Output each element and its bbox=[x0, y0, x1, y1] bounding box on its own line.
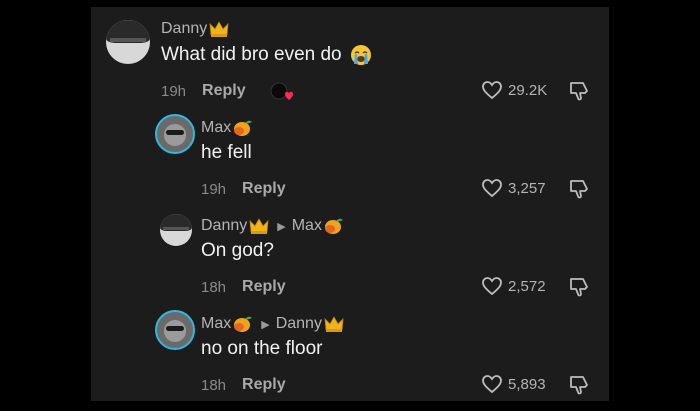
like-button[interactable]: 3,257 bbox=[482, 179, 546, 197]
comment-text: he fell bbox=[201, 142, 252, 163]
comment-meta: 19h Reply bbox=[161, 82, 246, 100]
creator-liked-icon bbox=[270, 82, 293, 100]
heart-icon bbox=[482, 277, 502, 295]
comment-meta: 19h Reply bbox=[201, 180, 286, 198]
avatar[interactable] bbox=[155, 310, 195, 350]
like-button[interactable]: 5,893 bbox=[482, 375, 546, 393]
like-count: 3,257 bbox=[508, 179, 546, 197]
mango-icon bbox=[324, 218, 343, 234]
comment-username[interactable]: Danny bbox=[161, 20, 229, 38]
crying-face-icon bbox=[350, 45, 371, 65]
dislike-icon[interactable] bbox=[568, 80, 590, 102]
heart-icon bbox=[482, 81, 502, 99]
comment-text: What did bro even do bbox=[161, 44, 372, 66]
comment-username[interactable]: Max ▶ Danny bbox=[201, 315, 344, 333]
reply-to-arrow-icon: ▶ bbox=[261, 318, 270, 331]
heart-icon bbox=[482, 375, 502, 393]
dislike-icon[interactable] bbox=[568, 276, 590, 298]
reply-button[interactable]: Reply bbox=[202, 82, 246, 100]
heart-icon bbox=[482, 179, 502, 197]
comment-time: 19h bbox=[161, 82, 187, 100]
like-count: 5,893 bbox=[508, 375, 546, 393]
like-button[interactable]: 29.2K bbox=[482, 81, 547, 99]
like-count: 29.2K bbox=[508, 81, 548, 99]
comment-text: no on the floor bbox=[201, 338, 323, 359]
reply-to-username[interactable]: Max bbox=[292, 217, 322, 235]
mango-icon bbox=[234, 316, 253, 332]
reply-button[interactable]: Reply bbox=[242, 180, 286, 198]
crown-icon bbox=[249, 218, 269, 234]
comment-time: 19h bbox=[201, 180, 227, 198]
mango-icon bbox=[234, 120, 253, 136]
comment-meta: 18h Reply bbox=[201, 278, 286, 296]
avatar[interactable] bbox=[160, 214, 192, 246]
reply-to-username[interactable]: Danny bbox=[276, 315, 322, 333]
comment-meta: 18h Reply bbox=[201, 376, 286, 394]
reply-button[interactable]: Reply bbox=[242, 278, 286, 296]
comment-username[interactable]: Danny ▶ Max bbox=[201, 217, 344, 235]
like-button[interactable]: 2,572 bbox=[482, 277, 546, 295]
dislike-icon[interactable] bbox=[568, 178, 590, 200]
comment-time: 18h bbox=[201, 278, 227, 296]
comment-time: 18h bbox=[201, 376, 227, 394]
avatar[interactable] bbox=[106, 20, 150, 64]
crown-icon bbox=[324, 316, 344, 332]
like-count: 2,572 bbox=[508, 277, 546, 295]
avatar[interactable] bbox=[155, 114, 195, 154]
reply-button[interactable]: Reply bbox=[242, 376, 286, 394]
comment-username[interactable]: Max bbox=[201, 119, 253, 137]
reply-to-arrow-icon: ▶ bbox=[277, 220, 286, 233]
comment-text: On god? bbox=[201, 240, 274, 261]
crown-icon bbox=[209, 21, 229, 37]
dislike-icon[interactable] bbox=[568, 374, 590, 396]
